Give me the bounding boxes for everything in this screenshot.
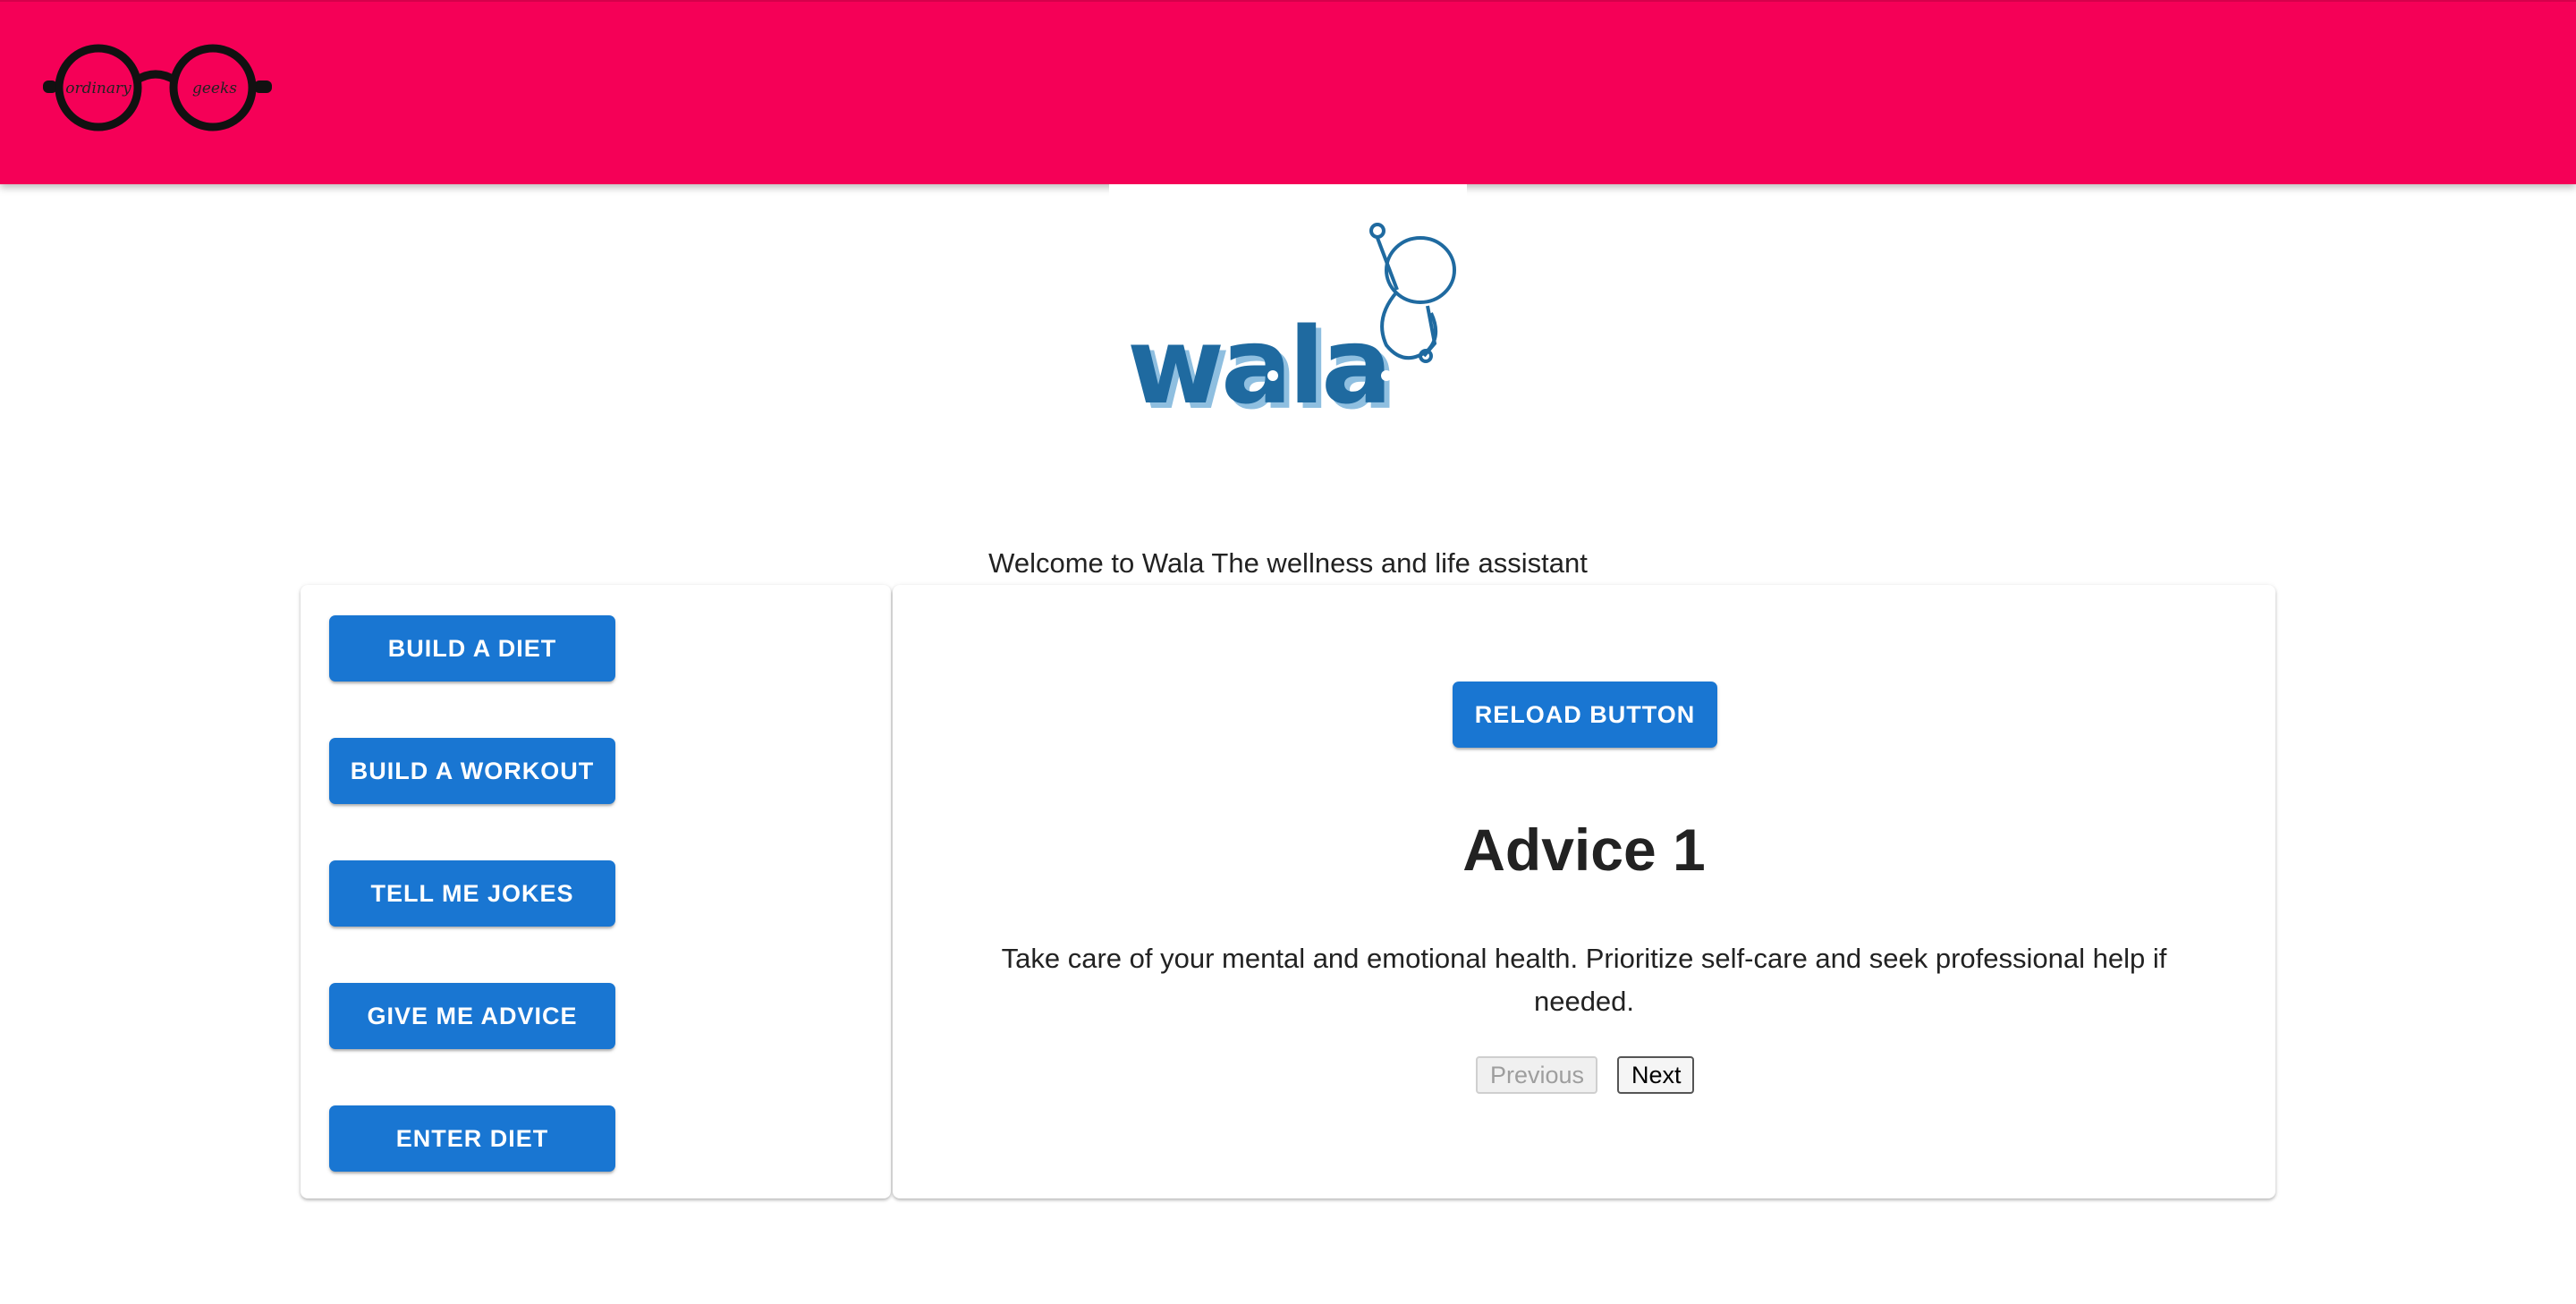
wala-logo-text: wala xyxy=(1127,304,1389,426)
previous-button[interactable]: Previous xyxy=(1476,1056,1597,1094)
enter-diet-button[interactable]: ENTER DIET xyxy=(329,1105,615,1172)
app-bar: ordinary geeks xyxy=(0,0,2576,184)
tell-jokes-button[interactable]: TELL ME JOKES xyxy=(329,860,615,927)
wala-logo: wala wala xyxy=(1109,184,1467,433)
build-diet-button[interactable]: BUILD A DIET xyxy=(329,615,615,682)
sidebar-card: BUILD A DIET BUILD A WORKOUT TELL ME JOK… xyxy=(301,585,891,1198)
give-advice-button[interactable]: GIVE ME ADVICE xyxy=(329,983,615,1049)
advice-title: Advice 1 xyxy=(1462,817,1706,883)
build-workout-button[interactable]: BUILD A WORKOUT xyxy=(329,738,615,804)
advice-text: Take care of your mental and emotional h… xyxy=(1001,943,2167,1017)
brand-left-text: ordinary xyxy=(65,80,131,97)
advice-card: RELOAD BUTTON Advice 1 Take care of your… xyxy=(893,585,2275,1198)
next-button[interactable]: Next xyxy=(1617,1056,1694,1094)
reload-button[interactable]: RELOAD BUTTON xyxy=(1453,682,1717,748)
brand-right-text: geeks xyxy=(192,80,237,97)
welcome-message: Welcome to Wala The wellness and life as… xyxy=(0,547,2576,580)
ordinary-geeks-logo[interactable]: ordinary geeks xyxy=(43,43,272,132)
welcome-text: Welcome to Wala The wellness and life as… xyxy=(988,547,1588,579)
